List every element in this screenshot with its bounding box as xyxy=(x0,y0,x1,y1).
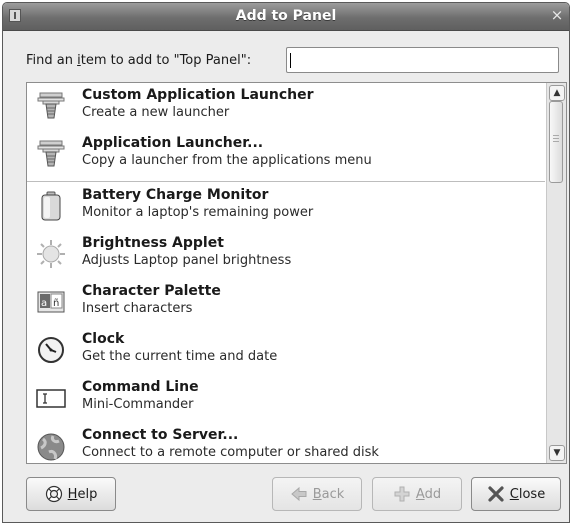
search-label: Find an item to add to "Top Panel": xyxy=(26,53,251,68)
close-button[interactable]: Close xyxy=(471,477,561,511)
item-description: Get the current time and date xyxy=(82,349,278,364)
character-palette-icon: a ñ xyxy=(37,291,65,313)
back-label-rest: ack xyxy=(321,486,345,502)
search-label-suffix: tem to add to "Top Panel": xyxy=(80,53,252,68)
close-x-icon xyxy=(488,486,504,502)
item-description: Connect to a remote computer or shared d… xyxy=(82,445,379,460)
back-button-label: Back xyxy=(313,487,345,502)
list-item-battery-charge-monitor[interactable]: Battery Charge Monitor Monitor a laptop'… xyxy=(27,184,545,232)
back-button[interactable]: Back xyxy=(272,477,362,511)
item-description: Create a new launcher xyxy=(82,105,230,120)
list-item-clock[interactable]: Clock Get the current time and date xyxy=(27,328,545,376)
applet-list[interactable]: Custom Application Launcher Create a new… xyxy=(26,82,567,464)
network-globe-icon xyxy=(37,433,65,461)
item-name: Brightness Applet xyxy=(82,235,224,251)
search-label-prefix: Find an xyxy=(26,53,78,68)
help-button[interactable]: Help xyxy=(26,477,116,511)
add-mnemonic: A xyxy=(415,486,425,502)
list-item-command-line[interactable]: Command Line Mini-Commander xyxy=(27,376,545,424)
item-name: Application Launcher... xyxy=(82,135,264,151)
command-line-icon xyxy=(36,389,66,408)
help-button-label: Help xyxy=(68,487,98,502)
back-arrow-icon xyxy=(290,486,307,502)
item-description: Mini-Commander xyxy=(82,397,194,412)
text-caret xyxy=(290,53,291,68)
add-plus-icon xyxy=(394,486,410,502)
list-separator xyxy=(27,181,545,182)
scroll-up-arrow-icon[interactable]: ▲ xyxy=(549,85,565,101)
window-title: Add to Panel xyxy=(235,8,337,24)
help-mnemonic: H xyxy=(67,486,78,502)
list-item-connect-to-server[interactable]: Connect to Server... Connect to a remote… xyxy=(27,424,545,463)
list-item-application-launcher[interactable]: Application Launcher... Copy a launcher … xyxy=(27,132,545,180)
add-button[interactable]: Add xyxy=(372,477,462,511)
add-label-rest: dd xyxy=(424,486,442,502)
add-button-label: Add xyxy=(416,487,441,502)
list-item-character-palette[interactable]: a ñ Character Palette Insert characters xyxy=(27,280,545,328)
help-label-rest: elp xyxy=(77,486,98,502)
list-item-brightness-applet[interactable]: Brightness Applet Adjusts Laptop panel b… xyxy=(27,232,545,280)
launcher-icon xyxy=(37,140,65,167)
list-scrollbar[interactable]: ▲ ▼ xyxy=(546,83,566,463)
launcher-icon xyxy=(37,92,65,119)
title-bar[interactable]: Add to Panel × xyxy=(3,3,569,31)
brightness-icon xyxy=(37,240,65,268)
close-label-rest: lose xyxy=(518,486,546,502)
item-name: Character Palette xyxy=(82,283,221,299)
close-button-label: Close xyxy=(510,487,545,502)
close-window-icon[interactable]: × xyxy=(549,7,565,23)
item-name: Command Line xyxy=(82,379,199,395)
item-description: Insert characters xyxy=(82,301,193,316)
clock-icon xyxy=(38,337,64,363)
item-description: Adjusts Laptop panel brightness xyxy=(82,253,292,268)
item-description: Monitor a laptop's remaining power xyxy=(82,205,314,220)
add-to-panel-dialog: Add to Panel × Find an item to add to "T… xyxy=(2,2,570,523)
help-lifebuoy-icon xyxy=(45,485,62,503)
scrollbar-thumb[interactable] xyxy=(549,101,563,183)
svg-text:a: a xyxy=(41,298,47,309)
item-name: Connect to Server... xyxy=(82,427,239,443)
item-description: Copy a launcher from the applications me… xyxy=(82,153,372,168)
close-mnemonic: C xyxy=(509,486,519,502)
back-mnemonic: B xyxy=(312,486,322,502)
battery-icon xyxy=(41,191,61,221)
list-item-custom-application-launcher[interactable]: Custom Application Launcher Create a new… xyxy=(27,84,545,132)
scroll-down-arrow-icon[interactable]: ▼ xyxy=(549,445,565,461)
item-name: Clock xyxy=(82,331,125,347)
item-name: Battery Charge Monitor xyxy=(82,187,269,203)
item-name: Custom Application Launcher xyxy=(82,87,314,103)
svg-text:ñ: ñ xyxy=(53,298,59,309)
search-input[interactable] xyxy=(286,47,559,73)
